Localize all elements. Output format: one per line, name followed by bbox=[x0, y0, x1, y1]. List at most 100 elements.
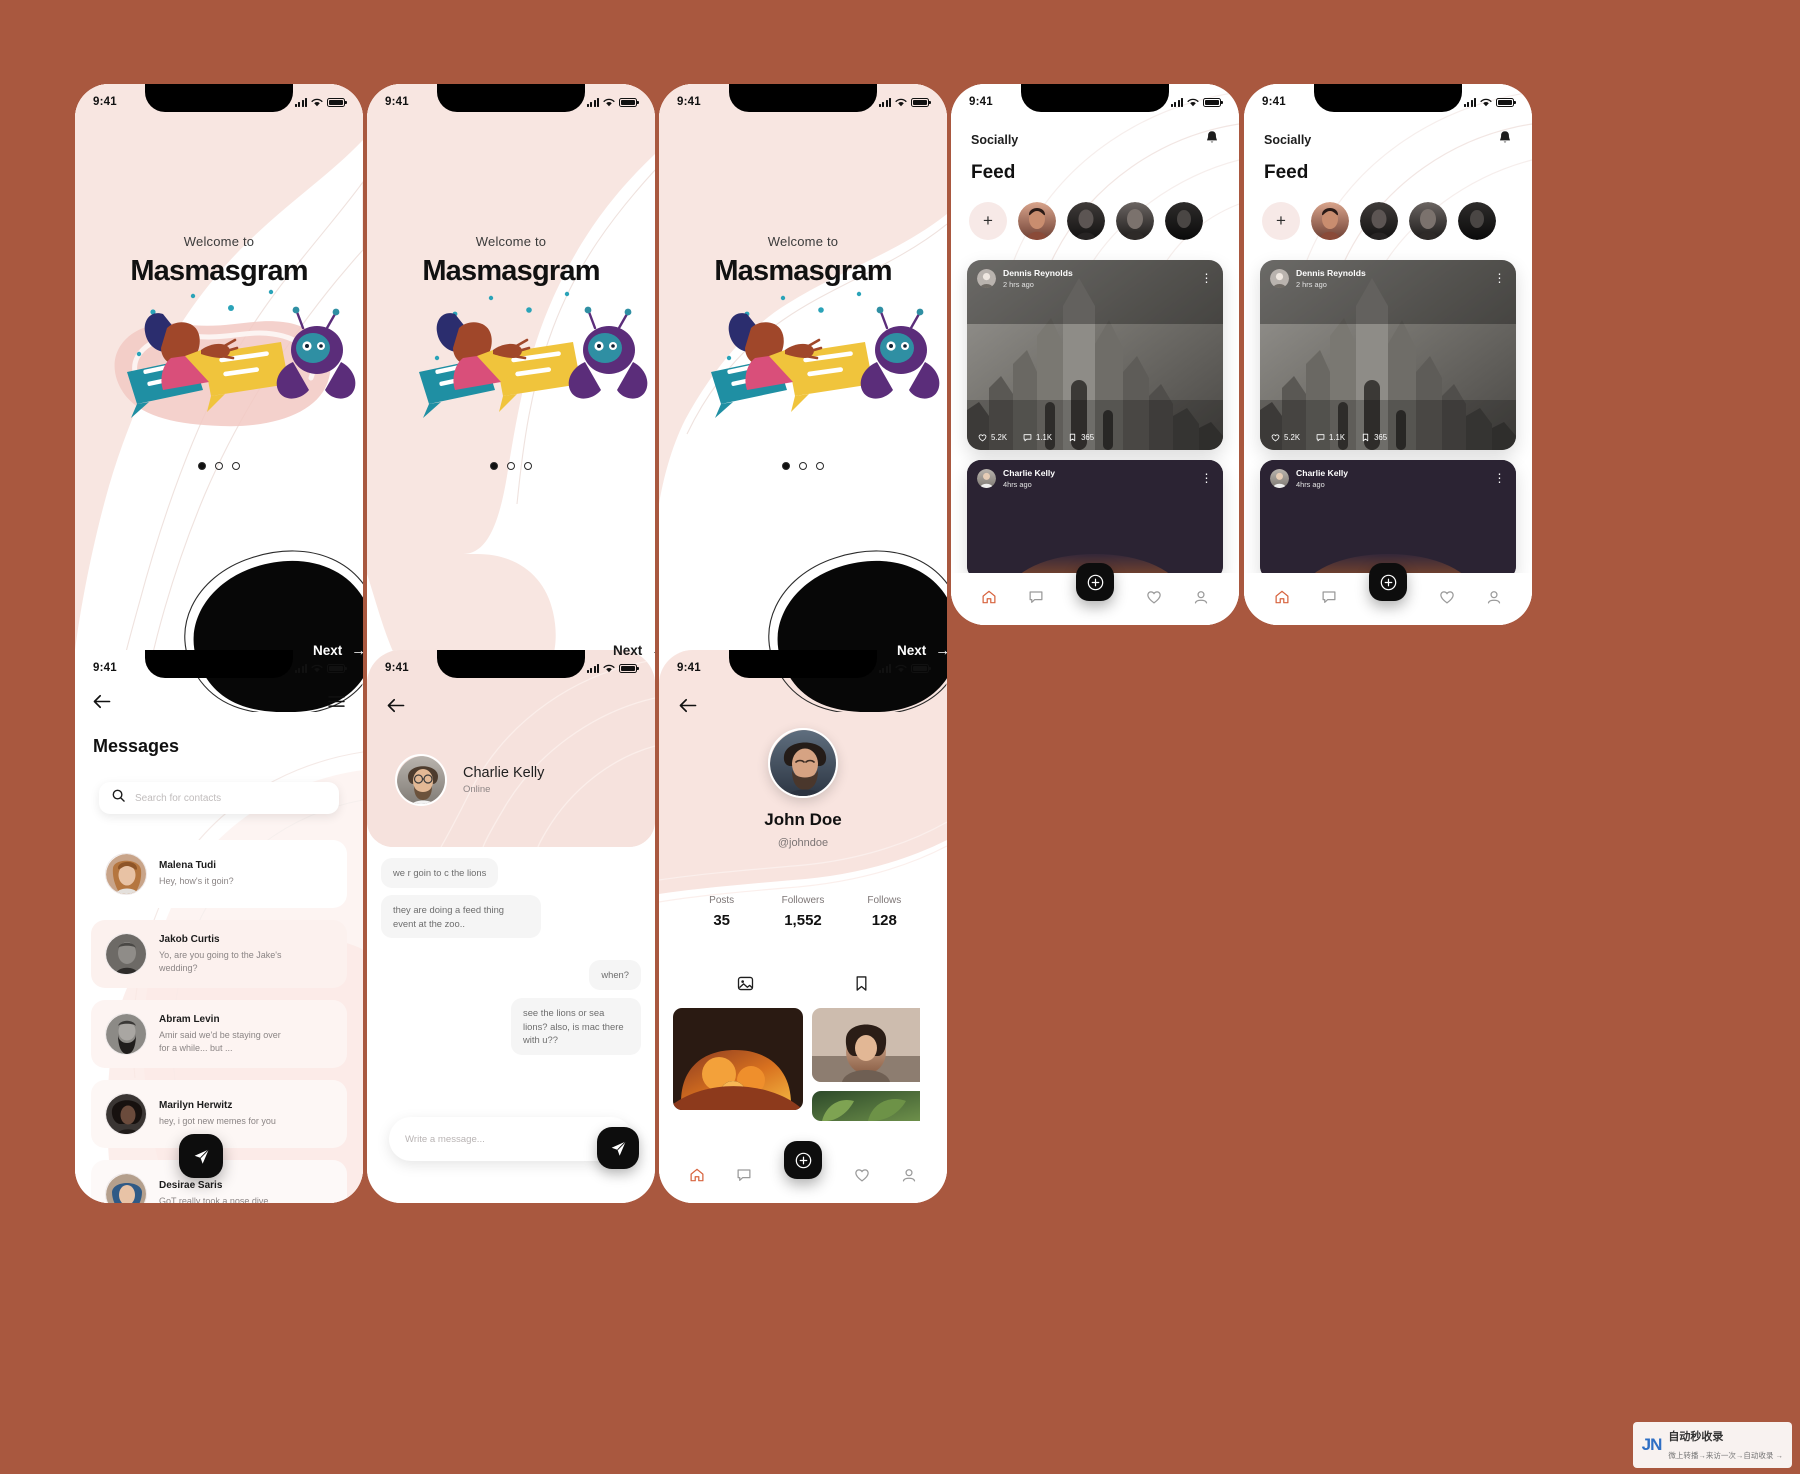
more-vertical-icon[interactable]: ⋮ bbox=[1494, 472, 1507, 484]
back-button[interactable] bbox=[679, 698, 697, 718]
post-card[interactable]: Dennis Reynolds 2 hrs ago ⋮ 5.2K 1.1K 36… bbox=[1260, 260, 1516, 450]
post-card[interactable]: Charlie Kelly 4hrs ago ⋮ bbox=[967, 460, 1223, 580]
tab-grid[interactable] bbox=[737, 975, 754, 997]
story-item[interactable] bbox=[1165, 202, 1203, 240]
bookmark-icon bbox=[856, 976, 867, 991]
tab-profile[interactable] bbox=[1486, 589, 1502, 610]
like-action[interactable]: 5.2K bbox=[978, 433, 1007, 442]
tab-messages[interactable] bbox=[1028, 589, 1044, 610]
compose-message-button[interactable] bbox=[179, 1134, 223, 1178]
send-button[interactable] bbox=[597, 1127, 639, 1169]
post-author: Charlie Kelly bbox=[1296, 468, 1349, 478]
dot-1[interactable] bbox=[198, 462, 206, 470]
notch bbox=[1021, 84, 1169, 112]
grid-image[interactable] bbox=[812, 1008, 933, 1082]
tab-profile[interactable] bbox=[1193, 589, 1209, 610]
profile-tabs[interactable] bbox=[659, 975, 947, 997]
more-vertical-icon[interactable]: ⋮ bbox=[1201, 472, 1214, 484]
grid-image[interactable] bbox=[673, 1008, 803, 1110]
create-post-fab[interactable] bbox=[784, 1141, 822, 1179]
story-item[interactable] bbox=[1409, 202, 1447, 240]
screens-canvas: Welcome to Masmasgram Next → 9:41 Welcom… bbox=[0, 0, 1800, 1474]
pagination-dots-3[interactable] bbox=[659, 462, 947, 470]
avatar bbox=[977, 469, 996, 489]
create-post-fab[interactable] bbox=[1076, 563, 1114, 601]
tab-saved[interactable] bbox=[854, 975, 869, 997]
dot-3[interactable] bbox=[816, 462, 824, 470]
dot-2[interactable] bbox=[215, 462, 223, 470]
next-button[interactable]: Next → bbox=[897, 642, 947, 659]
pagination-dots-2[interactable] bbox=[367, 462, 655, 470]
story-add-button[interactable]: + bbox=[969, 202, 1007, 240]
contact-row[interactable]: Abram Levin Amir said we'd be staying ov… bbox=[91, 1000, 347, 1068]
watermark-logo: JN bbox=[1641, 1435, 1663, 1454]
back-button[interactable] bbox=[93, 694, 111, 714]
comment-action[interactable]: 1.1K bbox=[1023, 433, 1052, 442]
stories-strip[interactable]: + bbox=[1262, 202, 1532, 240]
dot-1[interactable] bbox=[490, 462, 498, 470]
post-actions[interactable]: 5.2K 1.1K 365 bbox=[978, 433, 1094, 442]
contact-row[interactable]: Malena Tudi Hey, how's it goin? bbox=[91, 840, 347, 908]
dot-2[interactable] bbox=[799, 462, 807, 470]
stories-strip[interactable]: + bbox=[969, 202, 1239, 240]
tab-likes[interactable] bbox=[854, 1167, 870, 1188]
post-card[interactable]: Dennis Reynolds 2 hrs ago ⋮ 5.2K 1.1K 36… bbox=[967, 260, 1223, 450]
dot-2[interactable] bbox=[507, 462, 515, 470]
tab-likes[interactable] bbox=[1146, 589, 1162, 610]
next-button[interactable]: Next → bbox=[313, 642, 363, 659]
next-button-label: Next bbox=[613, 643, 643, 658]
feed-header: Socially bbox=[1244, 126, 1532, 154]
notch bbox=[1314, 84, 1462, 112]
story-item[interactable] bbox=[1311, 202, 1349, 240]
dot-3[interactable] bbox=[232, 462, 240, 470]
story-item[interactable] bbox=[1018, 202, 1056, 240]
like-action[interactable]: 5.2K bbox=[1271, 433, 1300, 442]
post-card[interactable]: Charlie Kelly 4hrs ago ⋮ bbox=[1260, 460, 1516, 580]
grid-image[interactable] bbox=[812, 1091, 933, 1121]
story-item[interactable] bbox=[1067, 202, 1105, 240]
post-meta: Dennis Reynolds 2 hrs ago bbox=[1003, 268, 1073, 290]
more-vertical-icon[interactable]: ⋮ bbox=[1494, 272, 1507, 284]
more-vertical-icon[interactable]: ⋮ bbox=[1201, 272, 1214, 284]
menu-button[interactable] bbox=[328, 695, 345, 713]
message-placeholder: Write a message... bbox=[405, 1133, 485, 1145]
dot-3[interactable] bbox=[524, 462, 532, 470]
search-input[interactable]: Search for contacts bbox=[99, 782, 339, 814]
onboarding-illustration-3 bbox=[659, 262, 947, 452]
bell-icon[interactable] bbox=[1498, 130, 1512, 150]
welcome-text: Welcome to bbox=[767, 234, 839, 249]
feed-title: Feed bbox=[971, 162, 1016, 183]
like-count: 5.2K bbox=[1284, 433, 1301, 442]
post-time: 4hrs ago bbox=[1296, 479, 1325, 489]
story-item[interactable] bbox=[1116, 202, 1154, 240]
contact-row[interactable]: Jakob Curtis Yo, are you going to the Ja… bbox=[91, 920, 347, 988]
bell-icon[interactable] bbox=[1205, 130, 1219, 150]
tab-messages[interactable] bbox=[736, 1167, 752, 1188]
contact-row[interactable]: Marilyn Herwitz hey, i got new memes for… bbox=[91, 1080, 347, 1148]
bookmark-action[interactable]: 365 bbox=[1068, 433, 1094, 442]
chat-contact[interactable]: Charlie Kelly Online bbox=[395, 754, 544, 806]
dot-1[interactable] bbox=[782, 462, 790, 470]
watermark-line-1: 自动秒收录 bbox=[1668, 1431, 1724, 1443]
tab-profile[interactable] bbox=[901, 1167, 917, 1188]
create-post-fab[interactable] bbox=[1369, 563, 1407, 601]
comment-action[interactable]: 1.1K bbox=[1316, 433, 1345, 442]
back-button[interactable] bbox=[387, 698, 405, 718]
story-item[interactable] bbox=[1458, 202, 1496, 240]
tab-messages[interactable] bbox=[1321, 589, 1337, 610]
tab-home[interactable] bbox=[689, 1167, 705, 1188]
bookmark-action[interactable]: 365 bbox=[1361, 433, 1387, 442]
tab-home[interactable] bbox=[981, 589, 997, 610]
tab-likes[interactable] bbox=[1439, 589, 1455, 610]
post-time: 4hrs ago bbox=[1003, 479, 1032, 489]
arrow-right-icon: → bbox=[651, 642, 655, 659]
story-item[interactable] bbox=[1360, 202, 1398, 240]
story-add-button[interactable]: + bbox=[1262, 202, 1300, 240]
post-actions[interactable]: 5.2K 1.1K 365 bbox=[1271, 433, 1387, 442]
profile-grid[interactable] bbox=[673, 1008, 933, 1121]
next-button[interactable]: Next → bbox=[613, 642, 655, 659]
tab-home[interactable] bbox=[1274, 589, 1290, 610]
messages-nav[interactable] bbox=[93, 694, 345, 714]
page-title: Messages bbox=[93, 736, 180, 756]
pagination-dots[interactable] bbox=[75, 462, 363, 470]
